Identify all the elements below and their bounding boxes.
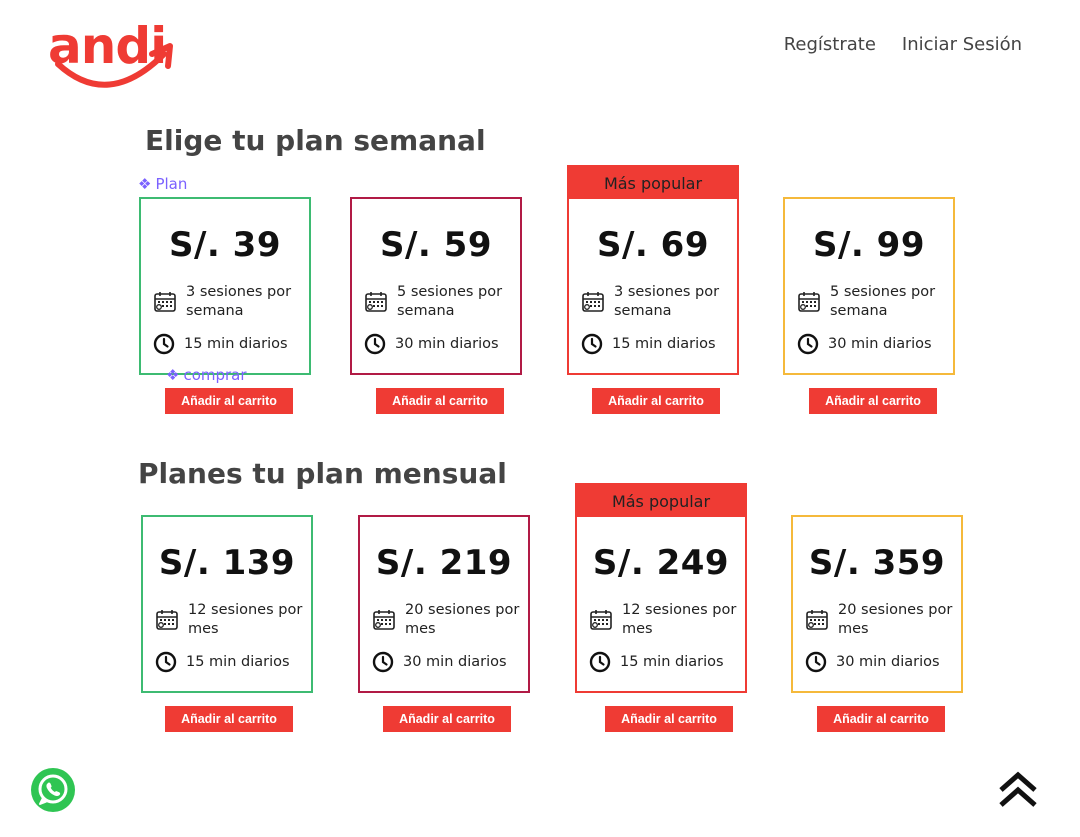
- plan-annotation-label: Plan: [155, 175, 188, 193]
- sessions-feature: 12 sesiones por mes: [589, 601, 739, 639]
- weekly-plan-card: S/. 39 3 sesiones por semana 15 min diario…: [139, 197, 311, 375]
- time-text: 30 min diarios: [403, 653, 507, 670]
- calendar-icon: [797, 290, 821, 314]
- weekly-section-title: Elige tu plan semanal: [145, 124, 486, 157]
- time-text: 15 min diarios: [186, 653, 290, 670]
- sessions-feature: 20 sesiones por mes: [805, 601, 955, 639]
- sessions-feature: 12 sesiones por mes: [155, 601, 305, 639]
- sessions-text: 3 sesiones por semana: [186, 284, 292, 319]
- clock-icon: [153, 333, 175, 355]
- sessions-feature: 20 sesiones por mes: [372, 601, 522, 639]
- sessions-feature: 5 sesiones por semana: [364, 283, 514, 321]
- login-link[interactable]: Iniciar Sesión: [902, 34, 1022, 55]
- time-feature: 15 min diarios: [155, 651, 305, 673]
- calendar-icon: [589, 608, 613, 632]
- calendar-icon: [372, 608, 396, 632]
- time-text: 15 min diarios: [612, 335, 716, 352]
- sessions-text: 12 sesiones por mes: [622, 602, 737, 637]
- monthly-plan-card: S/. 219 20 sesiones por mes 30 min diarios: [358, 515, 530, 693]
- calendar-icon: [805, 608, 829, 632]
- time-text: 15 min diarios: [620, 653, 724, 670]
- plan-annotation: ❖ Plan: [138, 175, 187, 193]
- weekly-plan-card: S/. 99 5 sesiones por semana 30 min diario…: [783, 197, 955, 375]
- sessions-text: 20 sesiones por mes: [405, 602, 520, 637]
- calendar-icon: [581, 290, 605, 314]
- clock-icon: [372, 651, 394, 673]
- monthly-section-title: Planes tu plan mensual: [138, 457, 507, 490]
- component-icon: ❖: [166, 366, 180, 384]
- add-to-cart-button[interactable]: Añadir al carrito: [165, 388, 293, 414]
- time-text: 30 min diarios: [828, 335, 932, 352]
- sessions-text: 20 sesiones por mes: [838, 602, 953, 637]
- time-text: 30 min diarios: [836, 653, 940, 670]
- clock-icon: [589, 651, 611, 673]
- monthly-plan-card: S/. 359 20 sesiones por mes 30 min diarios: [791, 515, 963, 693]
- most-popular-badge: Más popular: [575, 483, 747, 517]
- add-to-cart-button[interactable]: Añadir al carrito: [165, 706, 293, 732]
- component-icon: ❖: [138, 175, 152, 193]
- time-text: 15 min diarios: [184, 335, 288, 352]
- clock-icon: [155, 651, 177, 673]
- time-text: 30 min diarios: [395, 335, 499, 352]
- calendar-icon: [364, 290, 388, 314]
- plan-price: S/. 359: [808, 543, 946, 583]
- plan-price: S/. 59: [380, 225, 492, 265]
- sessions-text: 3 sesiones por semana: [614, 284, 720, 319]
- weekly-plan-card: S/. 69 3 sesiones por semana 15 min diario…: [567, 197, 739, 375]
- add-to-cart-button[interactable]: Añadir al carrito: [817, 706, 945, 732]
- time-feature: 15 min diarios: [589, 651, 739, 673]
- whatsapp-icon[interactable]: [30, 767, 76, 813]
- top-nav: Regístrate Iniciar Sesión: [784, 34, 1022, 55]
- most-popular-badge: Más popular: [567, 165, 739, 199]
- monthly-plan-card: S/. 139 12 sesiones por mes 15 min diarios: [141, 515, 313, 693]
- clock-icon: [797, 333, 819, 355]
- clock-icon: [581, 333, 603, 355]
- andi-logo[interactable]: andi: [48, 18, 180, 94]
- monthly-plan-card: S/. 249 12 sesiones por mes 15 min diarios: [575, 515, 747, 693]
- double-chevron-up-icon[interactable]: [996, 770, 1040, 810]
- register-link[interactable]: Regístrate: [784, 34, 876, 55]
- add-to-cart-button[interactable]: Añadir al carrito: [383, 706, 511, 732]
- plan-price: S/. 249: [592, 543, 730, 583]
- plan-price: S/. 69: [597, 225, 709, 265]
- time-feature: 15 min diarios: [581, 333, 731, 355]
- clock-icon: [805, 651, 827, 673]
- calendar-icon: [153, 290, 177, 314]
- logo-smile-arrow: [55, 43, 173, 88]
- weekly-plan-card: S/. 59 5 sesiones por semana 30 min diario…: [350, 197, 522, 375]
- sessions-feature: 3 sesiones por semana: [153, 283, 303, 321]
- add-to-cart-button[interactable]: Añadir al carrito: [605, 706, 733, 732]
- sessions-text: 12 sesiones por mes: [188, 602, 303, 637]
- clock-icon: [364, 333, 386, 355]
- buy-annotation: ❖ comprar: [166, 366, 247, 384]
- time-feature: 15 min diarios: [153, 333, 303, 355]
- sessions-text: 5 sesiones por semana: [397, 284, 503, 319]
- add-to-cart-button[interactable]: Añadir al carrito: [592, 388, 720, 414]
- plan-price: S/. 139: [158, 543, 296, 583]
- time-feature: 30 min diarios: [364, 333, 514, 355]
- sessions-feature: 3 sesiones por semana: [581, 283, 731, 321]
- plan-price: S/. 219: [375, 543, 513, 583]
- plan-price: S/. 99: [813, 225, 925, 265]
- plan-price: S/. 39: [169, 225, 281, 265]
- add-to-cart-button[interactable]: Añadir al carrito: [376, 388, 504, 414]
- sessions-text: 5 sesiones por semana: [830, 284, 936, 319]
- time-feature: 30 min diarios: [805, 651, 955, 673]
- sessions-feature: 5 sesiones por semana: [797, 283, 947, 321]
- time-feature: 30 min diarios: [797, 333, 947, 355]
- calendar-icon: [155, 608, 179, 632]
- buy-annotation-label: comprar: [183, 366, 247, 384]
- add-to-cart-button[interactable]: Añadir al carrito: [809, 388, 937, 414]
- time-feature: 30 min diarios: [372, 651, 522, 673]
